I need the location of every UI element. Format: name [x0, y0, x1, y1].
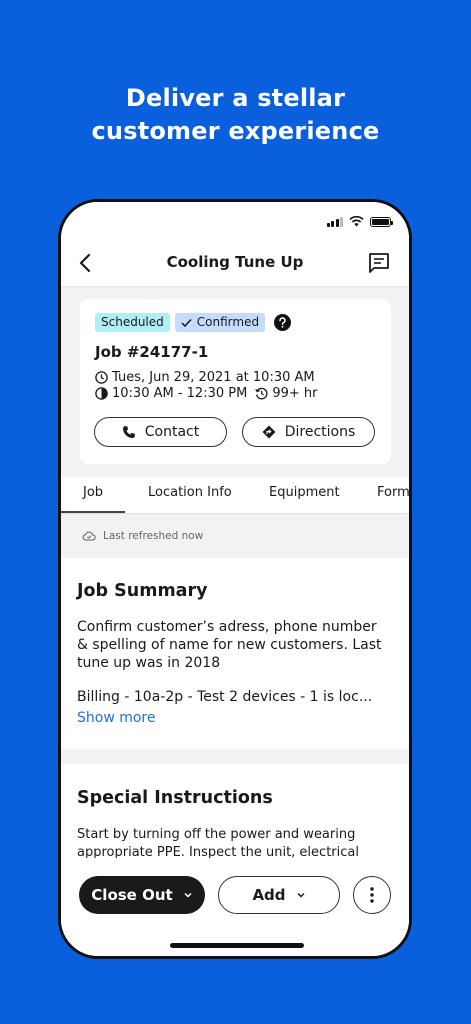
phone-frame: Cooling Tune Up Scheduled Confirmed Job … — [58, 199, 412, 959]
close-out-button[interactable]: Close Out — [79, 876, 205, 914]
date-time-text: Tues, Jun 29, 2021 at 10:30 AM — [112, 370, 315, 385]
wifi-icon — [349, 216, 364, 227]
job-summary-section: Job Summary Confirm customer’s adress, p… — [61, 558, 409, 749]
contact-label: Contact — [144, 424, 200, 440]
cloud-check-icon — [82, 531, 96, 541]
tab-bar: Job Location Info Equipment Form — [61, 477, 409, 514]
job-time-window: 10:30 AM - 12:30 PM 99+ hr — [95, 386, 317, 401]
active-tab-indicator — [61, 511, 125, 513]
directions-icon — [262, 425, 276, 439]
confirmed-badge: Confirmed — [174, 313, 266, 332]
page-title: Cooling Tune Up — [166, 253, 304, 271]
special-instructions-body: Start by turning off the power and weari… — [77, 827, 359, 860]
message-icon[interactable] — [367, 251, 391, 275]
headline-line-2: customer experience — [91, 117, 380, 145]
bottom-action-bar: Close Out Add — [61, 858, 409, 956]
home-indicator[interactable] — [170, 943, 304, 948]
promo-headline: Deliver a stellar customer experience — [0, 82, 471, 148]
status-badges: Scheduled Confirmed — [95, 313, 292, 332]
job-summary-body: Confirm customer’s adress, phone number … — [77, 619, 382, 671]
chevron-down-icon — [184, 892, 192, 898]
tab-equipment[interactable]: Equipment — [269, 485, 340, 500]
job-number: Job #24177-1 — [95, 343, 209, 361]
tab-form[interactable]: Form — [377, 485, 409, 500]
time-window-icon — [95, 387, 108, 400]
nav-bar: Cooling Tune Up — [61, 240, 409, 287]
app-screen: Cooling Tune Up Scheduled Confirmed Job … — [61, 202, 409, 956]
close-out-label: Close Out — [91, 886, 173, 904]
scheduled-badge: Scheduled — [95, 313, 170, 332]
duration-text: 99+ hr — [272, 386, 318, 401]
job-card: Scheduled Confirmed Job #24177-1 Tues, J… — [80, 299, 391, 464]
job-date-time: Tues, Jun 29, 2021 at 10:30 AM — [95, 370, 315, 385]
contact-button[interactable]: Contact — [94, 417, 227, 447]
more-vertical-icon — [370, 887, 374, 903]
confirmed-label: Confirmed — [196, 315, 260, 329]
cellular-signal-icon — [326, 216, 343, 227]
chevron-down-icon — [297, 892, 305, 898]
show-more-link[interactable]: Show more — [77, 710, 156, 726]
phone-icon — [122, 426, 135, 438]
refresh-status: Last refreshed now — [61, 514, 409, 558]
special-instructions-title: Special Instructions — [77, 788, 273, 808]
status-icons — [326, 216, 393, 227]
headline-line-1: Deliver a stellar — [125, 84, 346, 112]
status-bar — [61, 202, 409, 240]
billing-text: Billing - 10a-2p - Test 2 devices - 1 is… — [77, 689, 373, 705]
check-icon — [181, 318, 192, 327]
refresh-text: Last refreshed now — [103, 530, 204, 542]
add-button[interactable]: Add — [218, 876, 340, 914]
tab-location-info[interactable]: Location Info — [148, 485, 232, 500]
time-window-text: 10:30 AM - 12:30 PM — [112, 386, 248, 401]
battery-icon — [370, 216, 393, 227]
add-label: Add — [252, 886, 286, 904]
job-summary-title: Job Summary — [77, 581, 208, 601]
more-options-button[interactable] — [353, 876, 391, 914]
directions-label: Directions — [284, 424, 356, 440]
clock-icon — [95, 371, 108, 384]
tab-job[interactable]: Job — [83, 485, 103, 500]
help-icon[interactable] — [274, 314, 292, 331]
directions-button[interactable]: Directions — [242, 417, 375, 447]
history-icon — [255, 387, 268, 400]
